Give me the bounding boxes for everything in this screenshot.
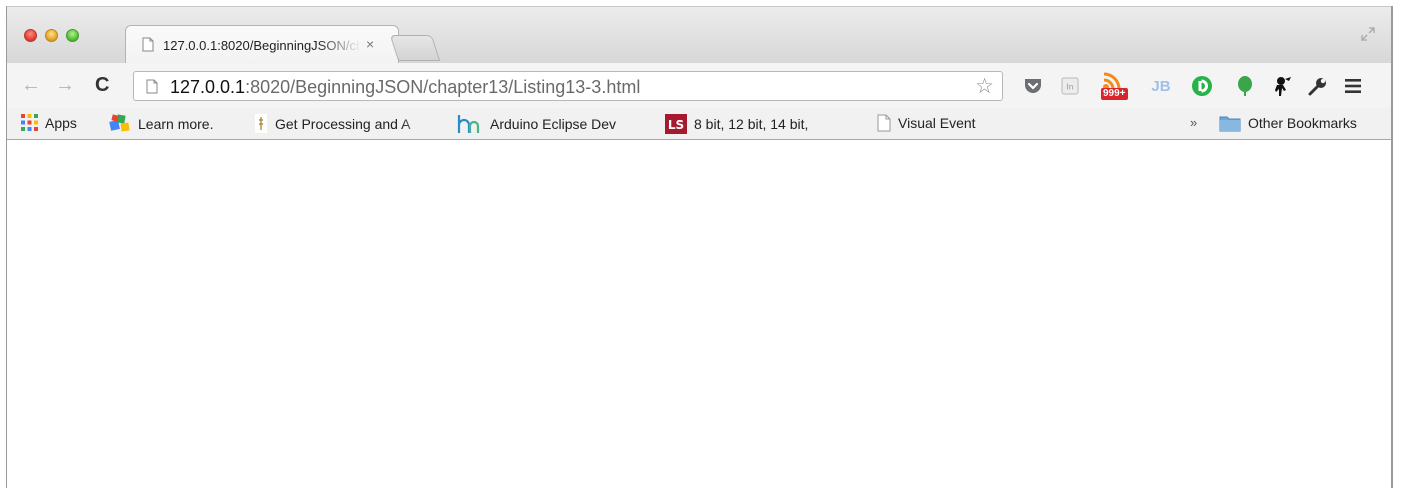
zoom-window-button[interactable] [66,29,79,42]
address-bar[interactable]: 127.0.0.1:8020/BeginningJSON/chapter13/L… [133,71,1003,101]
more-bookmarks-chevron-icon[interactable]: » [1190,115,1197,130]
url-path: :8020/BeginningJSON/chapter13/Listing13-… [245,77,641,97]
page-icon [146,79,158,99]
svg-text:In: In [1066,83,1073,92]
bookmark-label: Apps [45,114,77,131]
page-icon [877,114,891,132]
close-window-button[interactable] [24,29,37,42]
hm-logo-icon [457,114,483,134]
url-host: 127.0.0.1 [170,77,246,97]
apps-grid-icon [21,114,38,131]
bookmark-label: Visual Event [898,115,976,131]
ls-logo-icon: LS [665,114,687,134]
bookmark-label: Learn more. [138,116,214,132]
ninja-icon[interactable] [1272,75,1294,97]
evernote-leaf-icon[interactable] [1234,75,1256,97]
url-text[interactable]: 127.0.0.1:8020/BeginningJSON/chapter13/L… [170,77,640,98]
new-tab-button[interactable] [389,35,441,61]
document-icon [142,37,154,57]
folder-icon [1219,114,1241,132]
bookmark-label: Other Bookmarks [1248,115,1357,131]
rss-count-badge: 999+ [1101,88,1128,100]
jb-icon[interactable]: JB [1150,75,1172,97]
menu-icon[interactable] [1342,75,1364,97]
bookmarks-bar: Apps Learn more. Get Processing and A Ar… [7,108,1391,140]
bookmark-label: Get Processing and A [275,115,411,132]
toolbar: ← → C 127.0.0.1:8020/BeginningJSON/chapt… [7,63,1391,108]
bookmark-other-folder[interactable]: Other Bookmarks [1219,114,1357,132]
bookmark-apps[interactable]: Apps [21,114,77,131]
pocket-icon[interactable] [1022,75,1044,97]
bookmark-learn-more[interactable]: Learn more. [109,114,213,134]
bookmark-visual-event[interactable]: Visual Event [877,114,976,132]
google-blocks-icon [109,114,131,134]
bookmark-8bit[interactable]: LS 8 bit, 12 bit, 14 bit, [665,114,852,134]
bookmark-label: 8 bit, 12 bit, 14 bit, [694,116,809,132]
window-controls [24,29,79,42]
tab-title: 127.0.0.1:8020/BeginningJSON/chapter13/L… [163,38,361,53]
minimize-window-button[interactable] [45,29,58,42]
bookmark-arduino[interactable]: Arduino Eclipse Dev [457,114,648,134]
tab-strip: 127.0.0.1:8020/BeginningJSON/chapter13/L… [7,6,1391,65]
green-circle-icon[interactable] [1190,75,1214,97]
wrench-icon[interactable] [1307,75,1329,97]
close-tab-icon[interactable]: × [366,36,374,52]
browser-window: 127.0.0.1:8020/BeginningJSON/chapter13/L… [6,6,1393,488]
bookmark-star-icon[interactable]: ☆ [975,74,994,99]
forward-button[interactable]: → [55,71,75,99]
reload-button[interactable]: C [95,71,109,99]
linkedin-icon[interactable]: In [1059,75,1081,97]
page-content [7,140,1391,488]
back-button[interactable]: ← [21,71,41,99]
fullscreen-icon[interactable] [1361,27,1375,44]
rss-feed-icon[interactable]: 999+ [1095,72,1131,100]
bookmark-processing[interactable]: Get Processing and A [254,114,433,133]
ls-logo-text: LS [668,118,684,132]
processing-icon [254,114,268,133]
bookmark-label: Arduino Eclipse Dev [490,116,617,132]
tab-active[interactable]: 127.0.0.1:8020/BeginningJSON/chapter13/L… [125,25,399,65]
